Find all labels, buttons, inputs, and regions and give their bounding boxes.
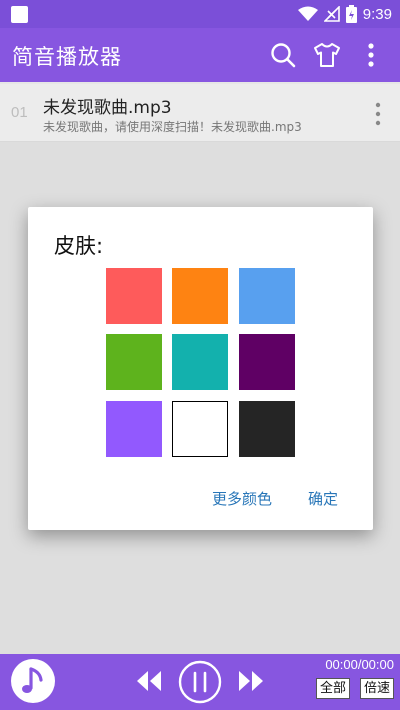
app-bar: 简音播放器 <box>0 28 400 82</box>
speed-button[interactable]: 倍速 <box>360 678 395 699</box>
color-swatch-teal[interactable] <box>172 334 228 390</box>
song-list-item[interactable]: 01 未发现歌曲.mp3 未发现歌曲，请使用深度扫描！未发现歌曲.mp3 <box>0 84 400 142</box>
wifi-icon <box>297 6 318 21</box>
color-swatch-orange[interactable] <box>172 268 228 324</box>
battery-icon <box>345 5 357 23</box>
more-options-button[interactable] <box>356 40 386 70</box>
color-swatch-green[interactable] <box>106 334 162 390</box>
signal-icon <box>323 6 340 22</box>
previous-icon[interactable] <box>135 670 163 692</box>
dialog-title: 皮肤: <box>54 234 104 258</box>
color-swatch-blue[interactable] <box>239 268 295 324</box>
shirt-icon <box>314 43 340 67</box>
status-bar: 9:39 <box>0 0 400 28</box>
color-swatch-red[interactable] <box>106 268 162 324</box>
more-colors-button[interactable]: 更多颜色 <box>212 488 272 509</box>
next-icon[interactable] <box>237 670 265 692</box>
skin-button[interactable] <box>312 40 342 70</box>
app-actions <box>268 40 386 70</box>
clock: 9:39 <box>362 5 392 23</box>
status-icons: 9:39 <box>297 4 392 24</box>
confirm-button[interactable]: 确定 <box>308 488 338 509</box>
song-subtitle: 未发现歌曲，请使用深度扫描！未发现歌曲.mp3 <box>43 120 302 134</box>
color-swatch-dark-purple[interactable] <box>239 334 295 390</box>
album-art[interactable] <box>11 659 55 703</box>
search-button[interactable] <box>268 40 298 70</box>
search-icon <box>271 43 296 68</box>
music-note-icon <box>22 667 43 693</box>
app-title: 简音播放器 <box>12 45 122 69</box>
song-more-icon[interactable] <box>370 100 386 128</box>
player-bar: 00:00/00:00 全部 倍速 <box>0 654 400 710</box>
more-vert-icon <box>368 43 374 67</box>
play-mode-button[interactable]: 全部 <box>316 678 351 699</box>
playback-time: 00:00/00:00 <box>325 657 394 672</box>
color-swatch-black[interactable] <box>239 401 295 457</box>
song-title: 未发现歌曲.mp3 <box>43 98 172 118</box>
pause-button[interactable] <box>178 660 222 704</box>
skin-dialog: 皮肤: 更多颜色 确定 <box>28 207 373 530</box>
song-number: 01 <box>11 104 28 121</box>
color-swatch-white[interactable] <box>172 401 228 457</box>
color-swatch-violet[interactable] <box>106 401 162 457</box>
notification-icon <box>11 6 28 23</box>
